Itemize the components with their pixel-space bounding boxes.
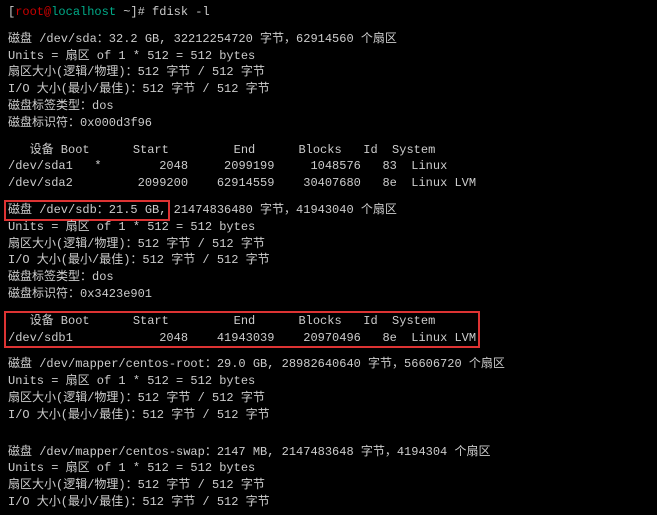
mapper-root-sector: 扇区大小(逻辑/物理)：512 字节 / 512 字节 (8, 390, 649, 407)
mapper-root-io: I/O 大小(最小/最佳)：512 字节 / 512 字节 (8, 407, 649, 424)
disk-sda-units: Units = 扇区 of 1 * 512 = 512 bytes (8, 48, 649, 65)
disk-sdb-labeltype: 磁盘标签类型：dos (8, 269, 649, 286)
sda-partition-row: /dev/sda1 * 2048 2099199 1048576 83 Linu… (8, 158, 649, 175)
disk-sdb-sector: 扇区大小(逻辑/物理)：512 字节 / 512 字节 (8, 236, 649, 253)
disk-sdb-header-line: 磁盘 /dev/sdb：21.5 GB, 21474836480 字节，4194… (8, 202, 649, 219)
prompt-host: localhost (51, 5, 116, 19)
disk-sdb-units: Units = 扇区 of 1 * 512 = 512 bytes (8, 219, 649, 236)
disk-sdb-io: I/O 大小(最小/最佳)：512 字节 / 512 字节 (8, 252, 649, 269)
disk-sdb-identifier: 磁盘标识符：0x3423e901 (8, 286, 649, 303)
disk-sda-identifier: 磁盘标识符：0x000d3f96 (8, 115, 649, 132)
command-text: fdisk -l (152, 5, 210, 19)
disk-sda-labeltype: 磁盘标签类型：dos (8, 98, 649, 115)
highlight-sdb-disk: 磁盘 /dev/sdb：21.5 GB, (4, 200, 170, 221)
mapper-root-header: 磁盘 /dev/mapper/centos-root：29.0 GB, 2898… (8, 356, 649, 373)
prompt-line[interactable]: [root@localhost ~]# fdisk -l (8, 4, 649, 21)
sda-partition-columns: 设备 Boot Start End Blocks Id System (8, 142, 649, 159)
mapper-swap-sector: 扇区大小(逻辑/物理)：512 字节 / 512 字节 (8, 477, 649, 494)
sda-partition-row: /dev/sda2 2099200 62914559 30407680 8e L… (8, 175, 649, 192)
sdb-partition-row: /dev/sdb1 2048 41943039 20970496 8e Linu… (8, 330, 476, 347)
prompt-path: ~]# (116, 5, 152, 19)
disk-sdb-header-rest: 21474836480 字节，41943040 个扇区 (166, 203, 396, 217)
disk-sda-sector: 扇区大小(逻辑/物理)：512 字节 / 512 字节 (8, 64, 649, 81)
disk-sda-header: 磁盘 /dev/sda：32.2 GB, 32212254720 字节，6291… (8, 31, 649, 48)
sdb-partition-columns: 设备 Boot Start End Blocks Id System (8, 313, 476, 330)
disk-sda-io: I/O 大小(最小/最佳)：512 字节 / 512 字节 (8, 81, 649, 98)
prompt-user: root (15, 5, 44, 19)
mapper-swap-header: 磁盘 /dev/mapper/centos-swap：2147 MB, 2147… (8, 444, 649, 461)
mapper-swap-io: I/O 大小(最小/最佳)：512 字节 / 512 字节 (8, 494, 649, 511)
mapper-swap-units: Units = 扇区 of 1 * 512 = 512 bytes (8, 460, 649, 477)
mapper-root-units: Units = 扇区 of 1 * 512 = 512 bytes (8, 373, 649, 390)
highlight-sdb-partition: 设备 Boot Start End Blocks Id System /dev/… (4, 311, 480, 349)
